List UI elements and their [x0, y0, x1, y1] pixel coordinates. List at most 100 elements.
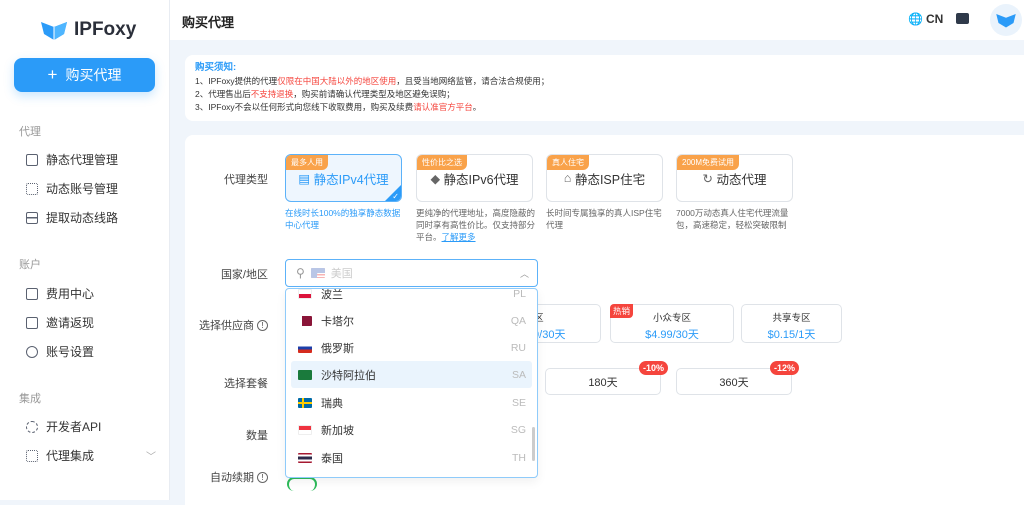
- country-label: 国家/地区: [220, 269, 268, 281]
- notice-line: 3、IPFoxy不会以任何形式向您线下收取费用，购买及续费请认准官方平台。: [195, 102, 482, 112]
- home-icon: ⌂: [563, 171, 575, 185]
- proxy-type-desc: 7000万动态真人住宅代理流量包，高速稳定，轻松突破限制: [676, 208, 789, 230]
- sidebar: IPFoxy + 购买代理 代理 静态代理管理 动态账号管理 提取动态线路 账户…: [0, 0, 170, 500]
- proxy-type-desc: 在线时长100%的独享静态数据中心代理: [285, 208, 401, 230]
- auto-renew-toggle[interactable]: [287, 477, 317, 491]
- country-option-qa[interactable]: 卡塔尔 QA: [291, 307, 532, 334]
- hot-badge: 热销: [610, 304, 634, 318]
- supplier-niche[interactable]: 热销 小众专区 $4.99/30天: [610, 304, 734, 343]
- plan-360[interactable]: 360天 -12%: [676, 361, 799, 395]
- language-switcher[interactable]: 🌐 CN: [908, 12, 943, 26]
- search-icon: ⚲: [296, 266, 305, 280]
- sidebar-item-account-settings[interactable]: 账号设置: [26, 343, 156, 360]
- sidebar-item-developer-api[interactable]: 开发者API: [26, 418, 156, 435]
- dropdown-scrollbar[interactable]: [532, 427, 535, 461]
- sidebar-item-label: 静态代理管理: [46, 153, 119, 167]
- sliders-icon: [26, 182, 38, 195]
- sweden-flag-icon: [298, 397, 312, 408]
- country-select[interactable]: ⚲ 美国 ︿: [285, 259, 538, 287]
- chevron-up-icon: ︿: [519, 268, 529, 279]
- language-label: CN: [925, 12, 944, 26]
- top-header: 购买代理 🌐 CN: [170, 0, 1024, 40]
- proxy-type-desc: 更纯净的代理地址，高度隐蔽的同时享有高性价比。仅支持部分平台。了解更多: [416, 208, 536, 242]
- avatar[interactable]: [990, 4, 1022, 36]
- qatar-flag-icon: [298, 315, 312, 326]
- country-option-sa[interactable]: 沙特阿拉伯 SA: [291, 361, 532, 388]
- page-title: 购买代理: [182, 15, 235, 30]
- logo[interactable]: IPFoxy: [40, 18, 136, 42]
- discount-badge: -10%: [638, 361, 668, 375]
- singapore-flag-icon: [298, 424, 312, 435]
- supplier-label: 选择供应商!: [199, 317, 268, 333]
- discount-badge: -12%: [769, 361, 799, 375]
- fingerprint-icon: [26, 420, 38, 433]
- proxy-type-desc: 长时间专属独享的真人ISP住宅代理: [546, 208, 662, 230]
- sidebar-item-billing[interactable]: 费用中心: [26, 285, 156, 302]
- country-option-se[interactable]: 瑞典 SE: [291, 389, 532, 416]
- refresh-icon: ↻: [702, 171, 717, 186]
- notice-line: 1、IPFoxy提供的代理仅限在中国大陆以外的地区使用，且受当地网络监管，请合法…: [195, 76, 550, 86]
- sidebar-item-label: 邀请返现: [46, 316, 95, 330]
- dollar-icon: [26, 316, 38, 329]
- section-proxy: 代理: [19, 126, 41, 138]
- notice-line: 2、代理售出后不支持退换，购买前请确认代理类型及地区避免误购；: [195, 89, 455, 99]
- tag-badge: 最多人用: [286, 155, 328, 170]
- proxy-type-ipv4[interactable]: 最多人用 ▤ 静态IPv4代理 ✓: [285, 154, 402, 202]
- sidebar-item-proxy-integration[interactable]: 代理集成 ﹀: [26, 447, 156, 464]
- monitor-icon: [26, 153, 38, 166]
- integration-icon: [26, 449, 38, 462]
- plan-180[interactable]: 180天 -10%: [545, 361, 668, 395]
- server-icon: ▤: [298, 171, 314, 186]
- sidebar-item-label: 开发者API: [46, 420, 102, 434]
- info-icon[interactable]: !: [257, 319, 268, 331]
- country-option-pl[interactable]: 波兰 PL: [291, 289, 532, 307]
- section-account: 账户: [19, 259, 41, 271]
- info-icon[interactable]: !: [257, 471, 268, 483]
- sidebar-item-label: 提取动态线路: [46, 211, 119, 225]
- proxy-type-label: 代理类型: [224, 174, 268, 186]
- saudi-flag-icon: [298, 369, 312, 380]
- poland-flag-icon: [298, 289, 312, 299]
- server-icon: [26, 211, 38, 224]
- proxy-type-isp[interactable]: 真人住宅 ⌂ 静态ISP住宅: [546, 154, 663, 202]
- section-integration: 集成: [19, 393, 41, 405]
- country-option-th[interactable]: 泰国 TH: [291, 444, 532, 471]
- sidebar-item-dynamic-accounts[interactable]: 动态账号管理: [26, 180, 156, 197]
- layers-icon: ◆: [430, 171, 444, 186]
- sidebar-item-extract-lines[interactable]: 提取动态线路: [26, 209, 156, 226]
- tag-badge: 真人住宅: [547, 155, 589, 170]
- supplier-shared[interactable]: 共享专区 $0.15/1天: [741, 304, 842, 343]
- chevron-down-icon: ﹀: [146, 452, 156, 463]
- proxy-type-label: 动态代理: [716, 172, 767, 187]
- buy-proxy-label: 购买代理: [65, 67, 122, 83]
- plan-label: 选择套餐: [224, 378, 268, 390]
- credit-card-icon: [26, 287, 38, 300]
- buy-proxy-button[interactable]: + 购买代理: [14, 58, 155, 92]
- country-option-ru[interactable]: 俄罗斯 RU: [291, 334, 532, 361]
- country-placeholder: 美国: [330, 268, 353, 280]
- user-circle-icon: [26, 345, 38, 358]
- notice-title: 购买须知:: [195, 62, 237, 73]
- message-icon[interactable]: [956, 13, 969, 24]
- sidebar-item-referral[interactable]: 邀请返现: [26, 314, 156, 331]
- tag-badge: 性价比之选: [417, 155, 467, 170]
- proxy-type-dynamic[interactable]: 200M免费试用 ↻ 动态代理: [676, 154, 793, 202]
- country-dropdown: 波兰 PL 卡塔尔 QA 俄罗斯 RU 沙特阿拉伯 SA 瑞典 SE 新加坡 SG 泰国 TH: [285, 288, 538, 478]
- tag-badge: 200M免费试用: [677, 155, 740, 170]
- plus-icon: +: [47, 65, 58, 84]
- sidebar-item-label: 代理集成: [46, 449, 95, 463]
- brand-name: IPFoxy: [74, 19, 137, 40]
- quantity-label: 数量: [246, 430, 268, 442]
- us-flag-icon: [310, 268, 325, 278]
- proxy-type-label: 静态IPv4代理: [313, 172, 389, 187]
- purchase-notice: 购买须知: 1、IPFoxy提供的代理仅限在中国大陆以外的地区使用，且受当地网络…: [185, 55, 1024, 121]
- sidebar-item-static-proxy[interactable]: 静态代理管理: [26, 151, 156, 168]
- learn-more-link[interactable]: 了解更多: [442, 232, 476, 242]
- auto-renew-label: 自动续期!: [210, 469, 268, 485]
- proxy-type-ipv6[interactable]: 性价比之选 ◆ 静态IPv6代理: [416, 154, 533, 202]
- sidebar-item-label: 动态账号管理: [46, 182, 119, 196]
- sidebar-item-label: 费用中心: [46, 287, 95, 301]
- country-option-sg[interactable]: 新加坡 SG: [291, 416, 532, 443]
- sidebar-item-label: 账号设置: [46, 345, 95, 359]
- globe-icon: 🌐: [908, 12, 923, 26]
